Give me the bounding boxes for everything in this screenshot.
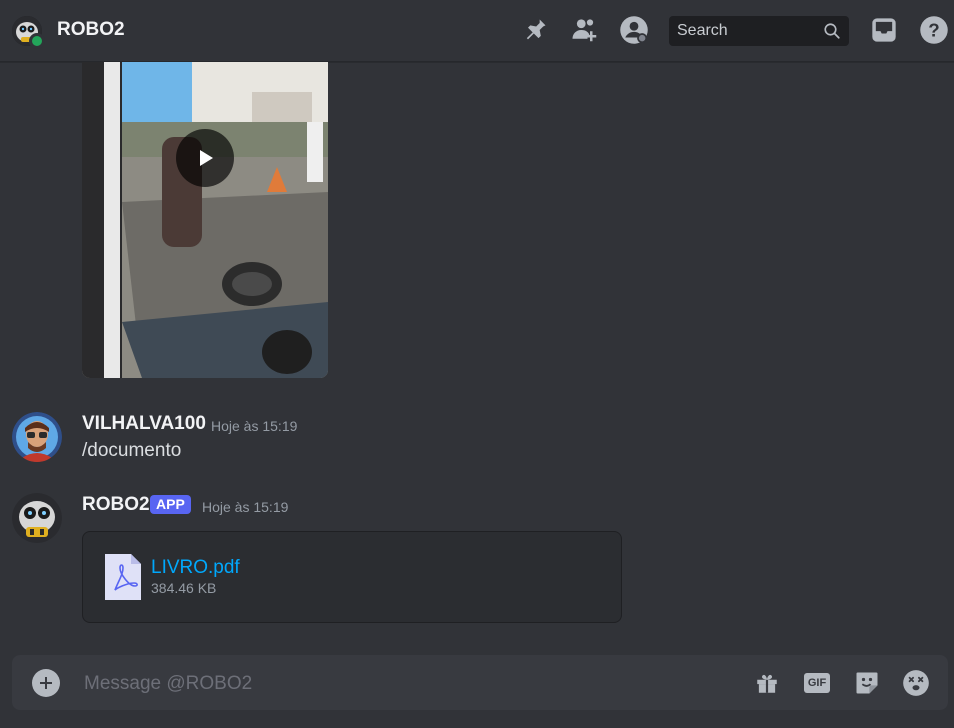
message-timestamp: Hoje às 15:19 [211, 418, 298, 434]
gif-label: GIF [804, 673, 830, 693]
gif-icon[interactable]: GIF [802, 668, 832, 698]
file-name-link[interactable]: LIVRO.pdf [151, 557, 240, 579]
online-status-icon [29, 33, 45, 49]
file-size: 384.46 KB [151, 580, 217, 596]
message-content: /documento [82, 440, 182, 461]
add-icon[interactable] [32, 669, 60, 697]
vilhalva100-avatar[interactable] [12, 412, 62, 462]
gift-icon[interactable] [752, 668, 782, 698]
play-button[interactable] [176, 129, 234, 187]
file-attachment: LIVRO.pdf 384.46 KB [82, 531, 622, 623]
message-input[interactable] [82, 667, 686, 701]
pdf-file-icon [103, 552, 143, 602]
user-profile-icon[interactable] [618, 14, 650, 46]
play-icon [200, 150, 213, 166]
search-icon[interactable] [823, 22, 841, 40]
svg-text:?: ? [928, 19, 939, 40]
video-attachment[interactable] [82, 62, 328, 378]
video-thumbnail [82, 62, 328, 378]
help-icon[interactable]: ? [918, 14, 950, 46]
channel-title: ROBO2 [57, 19, 125, 40]
robo2-message-avatar[interactable] [12, 493, 62, 543]
search-box[interactable] [669, 16, 849, 46]
emoji-icon[interactable] [901, 668, 931, 698]
message-composer: GIF [12, 655, 948, 710]
add-friend-icon[interactable] [569, 14, 601, 46]
pin-icon[interactable] [519, 14, 551, 46]
inbox-icon[interactable] [868, 14, 900, 46]
message-author[interactable]: VILHALVA100 [82, 413, 206, 435]
message-timestamp: Hoje às 15:19 [202, 499, 289, 515]
channel-header: ROBO2 Search ? [0, 0, 954, 62]
robo2-avatar[interactable] [12, 16, 45, 49]
search-input[interactable] [669, 16, 817, 46]
sticker-icon[interactable] [852, 668, 882, 698]
message-author[interactable]: ROBO2 [82, 494, 150, 516]
app-badge: APP [150, 495, 191, 514]
